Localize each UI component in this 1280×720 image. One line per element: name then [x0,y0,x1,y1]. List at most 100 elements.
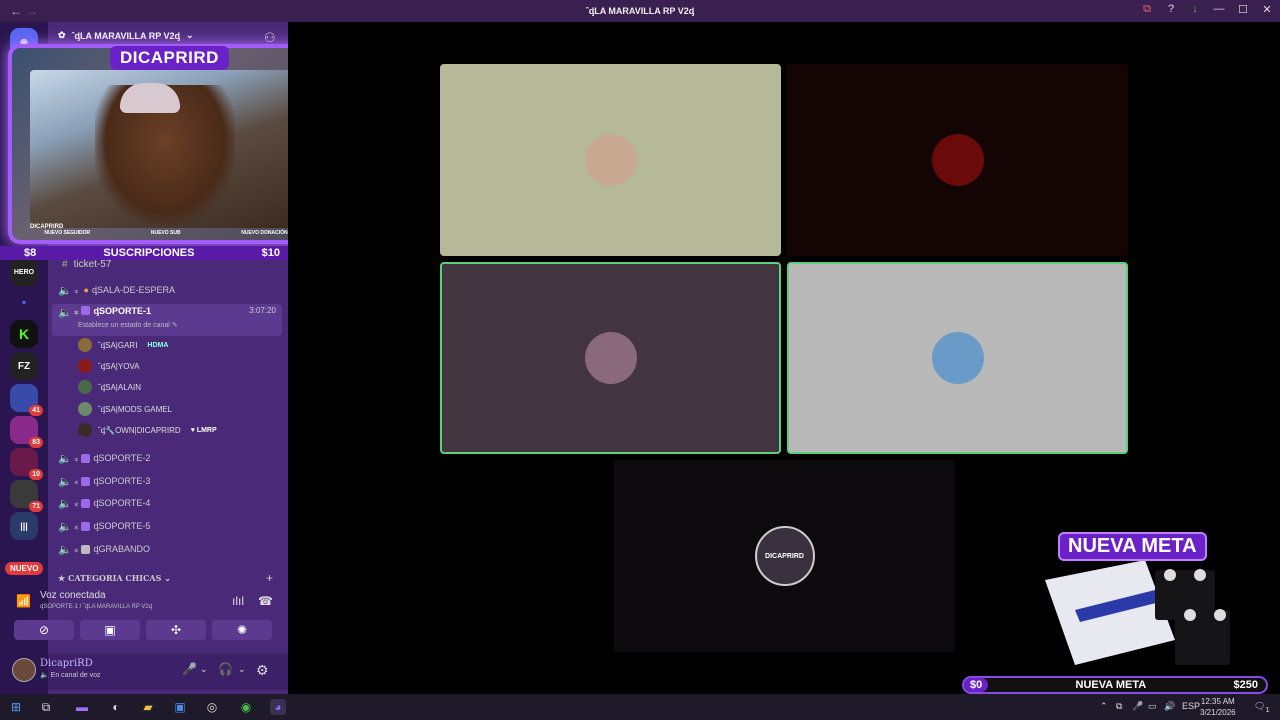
noise-suppression-icon[interactable]: ılıl [232,594,244,608]
language-indicator[interactable]: ESP [1182,701,1200,711]
notifications-icon[interactable]: 🗨1 [1254,701,1270,714]
clock-date: 3/21/2026 [1200,708,1236,717]
goal-title: NUEVA META [1058,532,1207,561]
chrome-icon[interactable]: ◉ [238,699,254,715]
channel-square-icon [80,544,90,554]
taskbar-app-icon[interactable]: ▣ [172,699,188,715]
folder-icon[interactable]: ▪ [10,288,38,316]
microphone-icon[interactable]: 🎤 [182,662,197,676]
voice-channel-soporte-2[interactable]: 🔈 ⁎ ᶁSOPORTE-2 [58,449,150,467]
member-name: ˆᶁSA|ALAIN [98,382,141,392]
server-hero-icon[interactable]: HERO [10,258,38,286]
camera-off-button[interactable]: ⊘ [14,620,74,640]
activities-icon: ✣ [170,623,182,637]
voice-member[interactable]: ˆᶁ🔧OWN|DICAPRIRD ♥ LMRP [78,421,217,439]
server-header[interactable]: ✿ ˆᶁLA MARAVILLA RP V2ᶁ ⌄ [58,30,194,41]
server-kick-icon[interactable]: K [10,320,38,348]
avatar[interactable] [12,658,36,682]
avatar: DICAPRIRD [754,526,815,586]
voice-participant-tile[interactable] [440,262,781,454]
voice-channel-timer: 3:07:20 [249,306,276,315]
member-tag: ♥ LMRP [190,426,217,434]
tray-icon[interactable]: ⧉ [1116,701,1122,712]
screen-share-button[interactable]: ▣ [80,620,140,640]
network-icon[interactable]: ▭ [1148,701,1157,712]
tile-label: DICAPRIRD [765,552,804,560]
channel-ticket[interactable]: # ticket-57 [62,259,111,270]
voice-participant-tile[interactable] [787,64,1128,256]
server-4-icon[interactable]: 10 [10,448,43,480]
maximize-button[interactable]: ☐ [1236,3,1250,16]
channel-square-icon [80,453,90,463]
obs-icon[interactable]: ◎ [204,699,220,715]
headset-chevron-icon[interactable]: ⌄ [238,664,246,675]
overlay-label-donation: NUEVO DONACIÓN [241,230,288,236]
streamer-hat [120,83,180,113]
voice-participant-tile[interactable] [440,64,781,256]
overlay-labels: NUEVO SEGUIDOR NUEVO SUB NUEVO DONACIÓN [14,230,318,236]
voice-channel-soporte-3[interactable]: 🔈 ⁎ ᶁSOPORTE-3 [58,472,150,490]
member-name: ˆᶁSA|MODS GAMEL [98,404,173,414]
goal-progress-bar: $0 NUEVA META $250 [962,676,1268,694]
file-explorer-icon[interactable]: ▰ [140,699,156,715]
subs-goal-value: $10 [261,247,280,259]
channel-status-prompt[interactable]: Establece un estado de canal ✎ [78,321,178,329]
activities-button[interactable]: ✣ [146,620,206,640]
voice-channel-grabando[interactable]: 🔈 ⁎ ᶁGRABANDO [58,540,150,558]
channel-square-icon [80,521,90,531]
voice-member[interactable]: ˆᶁSA|YOVA [78,357,140,375]
help-icon[interactable]: ? [1164,3,1178,16]
settings-gear-icon[interactable]: ⚙ [256,662,269,679]
discord-taskbar-icon[interactable]: ◕ [270,699,286,715]
voice-connected-sub[interactable]: ᶁSOPORTE-1 / ˆᶁLA MARAVILLA RP V2ᶁ [40,604,152,610]
taskbar-app-icon[interactable]: ▬ [74,699,90,715]
category-chicas[interactable]: ★ CATEGORIA CHICAS ⌄ [58,573,171,583]
voice-member[interactable]: ˆᶁSA|GARI HDMA [78,336,168,354]
server-3-icon[interactable]: 83 [10,416,43,448]
voice-channel-soporte-4[interactable]: 🔈 ⁎ ᶁSOPORTE-4 [58,494,150,512]
voice-channel-soporte-1-active[interactable]: 🔈 ⁎ ᶁSOPORTE-1 3:07:20 [52,304,282,336]
volume-icon[interactable]: 🔊 [1164,701,1175,712]
soundboard-button[interactable]: ✺ [212,620,272,640]
speaker-icon: 🔈 [58,475,72,488]
server-5-icon[interactable]: 71 [10,480,43,512]
tray-mic-icon[interactable]: 🎤 [1132,701,1143,712]
voice-channel-label: ᶁSOPORTE-4 [93,498,151,508]
taskbar-clock[interactable]: 12:35 AM 3/21/2026 [1200,696,1236,718]
windows-start-icon[interactable]: ⊞ [8,699,24,715]
goal-target-value: $250 [1233,679,1258,691]
avatar [78,380,92,394]
voice-member[interactable]: ˆᶁSA|MODS GAMEL [78,400,172,418]
avatar [931,332,984,384]
voice-channel-sala[interactable]: 🔈 ⁎ ● ᶁSALA-DE-ESPERA [58,281,175,299]
taskbar-app-icon[interactable]: ◐ [108,699,124,715]
signal-icon[interactable]: 📶 [16,594,31,608]
disconnect-icon[interactable]: ☎ [258,594,273,608]
avatar [584,134,637,186]
server-fz-icon[interactable]: FZ [10,352,38,380]
server-6-icon[interactable]: ||| [10,512,38,540]
task-view-icon[interactable]: ⧉ [38,699,54,715]
subs-title: SUSCRIPCIONES [103,247,195,259]
server-2-icon[interactable]: 41 [10,384,43,416]
voice-participant-tile[interactable]: DICAPRIRD [614,460,955,652]
voice-channel-label: ᶁSOPORTE-2 [93,453,151,463]
window-title: ˆᶁLA MARAVILLA RP V2ᶁ [585,6,695,16]
server-5-badge: 71 [29,501,43,512]
tray-chevron-icon[interactable]: ⌃ [1100,701,1108,712]
speaker-icon: 🔈 [58,543,72,556]
voice-channel-soporte-5[interactable]: 🔈 ⁎ ᶁSOPORTE-5 [58,517,150,535]
add-channel-button[interactable]: + [266,571,273,585]
user-limit-icon: ⁎ [74,475,79,486]
mic-chevron-icon[interactable]: ⌄ [200,664,208,675]
voice-channel-soporte-1-label: ᶁSOPORTE-1 [93,306,152,316]
close-button[interactable]: ✕ [1260,3,1274,16]
inbox-icon[interactable]: ⧉ [1140,3,1154,16]
member-tag: HDMA [147,341,169,349]
voice-member[interactable]: ˆᶁSA|ALAIN [78,378,141,396]
voice-participant-tile[interactable] [787,262,1128,454]
headset-icon[interactable]: 🎧 [218,662,233,676]
new-servers-pill[interactable]: NUEVO [5,562,44,575]
minimize-button[interactable]: — [1212,3,1226,16]
download-icon[interactable]: ↓ [1188,3,1202,16]
